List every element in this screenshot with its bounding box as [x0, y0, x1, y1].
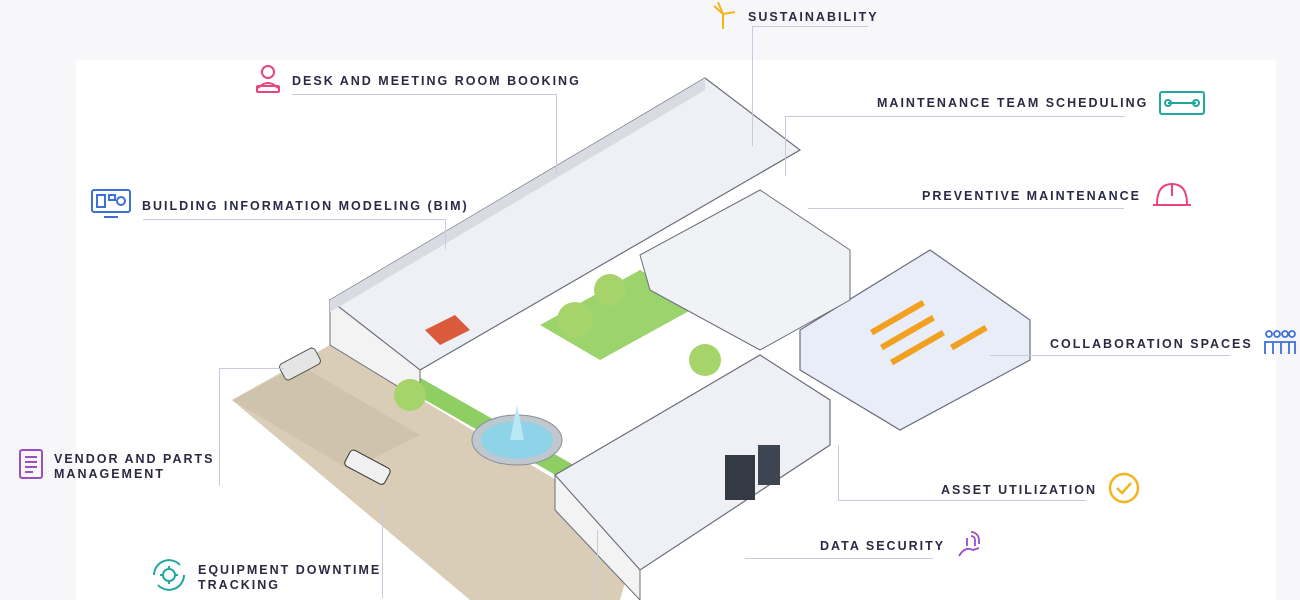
callout-equipment-downtime: EQUIPMENT DOWNTIME TRACKING — [150, 558, 381, 597]
leader-line — [219, 368, 220, 486]
tree — [689, 344, 721, 376]
label-vendor-parts-line2: MANAGEMENT — [54, 466, 165, 481]
tree — [594, 274, 626, 306]
label-maintenance-scheduling: MAINTENANCE TEAM SCHEDULING — [877, 96, 1149, 110]
group-people-icon — [1263, 326, 1297, 363]
leader-line — [219, 368, 284, 369]
check-circle-icon — [1107, 471, 1141, 510]
label-desk-booking: DESK AND MEETING ROOM BOOKING — [292, 74, 581, 88]
label-sustainability: SUSTAINABILITY — [748, 10, 879, 24]
callout-desk-booking: DESK AND MEETING ROOM BOOKING — [254, 64, 581, 99]
label-equipment-downtime: EQUIPMENT DOWNTIME TRACKING — [198, 563, 381, 593]
wind-turbine-icon — [708, 0, 738, 35]
leader-line — [382, 505, 383, 598]
callout-data-security: DATA SECURITY — [820, 528, 987, 565]
tree — [394, 379, 426, 411]
label-equipment-downtime-line1: EQUIPMENT DOWNTIME — [198, 562, 382, 577]
callout-vendor-parts: VENDOR AND PARTS MANAGEMENT — [18, 448, 214, 485]
server-rack — [725, 455, 755, 500]
callout-preventive-maintenance: PREVENTIVE MAINTENANCE — [922, 178, 1193, 215]
label-data-security: DATA SECURITY — [820, 539, 946, 553]
tree — [557, 302, 593, 338]
monitor-blueprint-icon — [90, 188, 132, 225]
user-laptop-icon — [254, 64, 282, 99]
callout-sustainability: SUSTAINABILITY — [708, 0, 879, 35]
label-vendor-parts-line1: VENDOR AND PARTS — [54, 451, 215, 466]
leader-line — [785, 116, 786, 176]
leader-line — [752, 26, 753, 146]
tablet-list-icon — [18, 448, 44, 485]
leader-line — [556, 94, 557, 174]
leader-line — [597, 530, 598, 600]
leader-line — [838, 445, 839, 501]
callout-maintenance-scheduling: MAINTENANCE TEAM SCHEDULING — [877, 86, 1206, 121]
toolbox-wrench-icon — [1158, 86, 1206, 121]
callout-collaboration-spaces: COLLABORATION SPACES — [1050, 326, 1297, 363]
callout-bim: BUILDING INFORMATION MODELING (BIM) — [90, 188, 469, 225]
callout-asset-utilization: ASSET UTILIZATION — [941, 471, 1141, 510]
fingerprint-hand-icon — [955, 528, 987, 565]
label-asset-utilization: ASSET UTILIZATION — [941, 483, 1097, 497]
label-vendor-parts: VENDOR AND PARTS MANAGEMENT — [54, 452, 214, 482]
hard-hat-icon — [1151, 178, 1193, 215]
server-rack — [758, 445, 780, 485]
label-collaboration-spaces: COLLABORATION SPACES — [1050, 337, 1253, 351]
label-equipment-downtime-line2: TRACKING — [198, 577, 280, 592]
gear-cycle-icon — [150, 558, 188, 597]
label-bim: BUILDING INFORMATION MODELING (BIM) — [142, 199, 469, 213]
label-preventive-maintenance: PREVENTIVE MAINTENANCE — [922, 189, 1142, 203]
